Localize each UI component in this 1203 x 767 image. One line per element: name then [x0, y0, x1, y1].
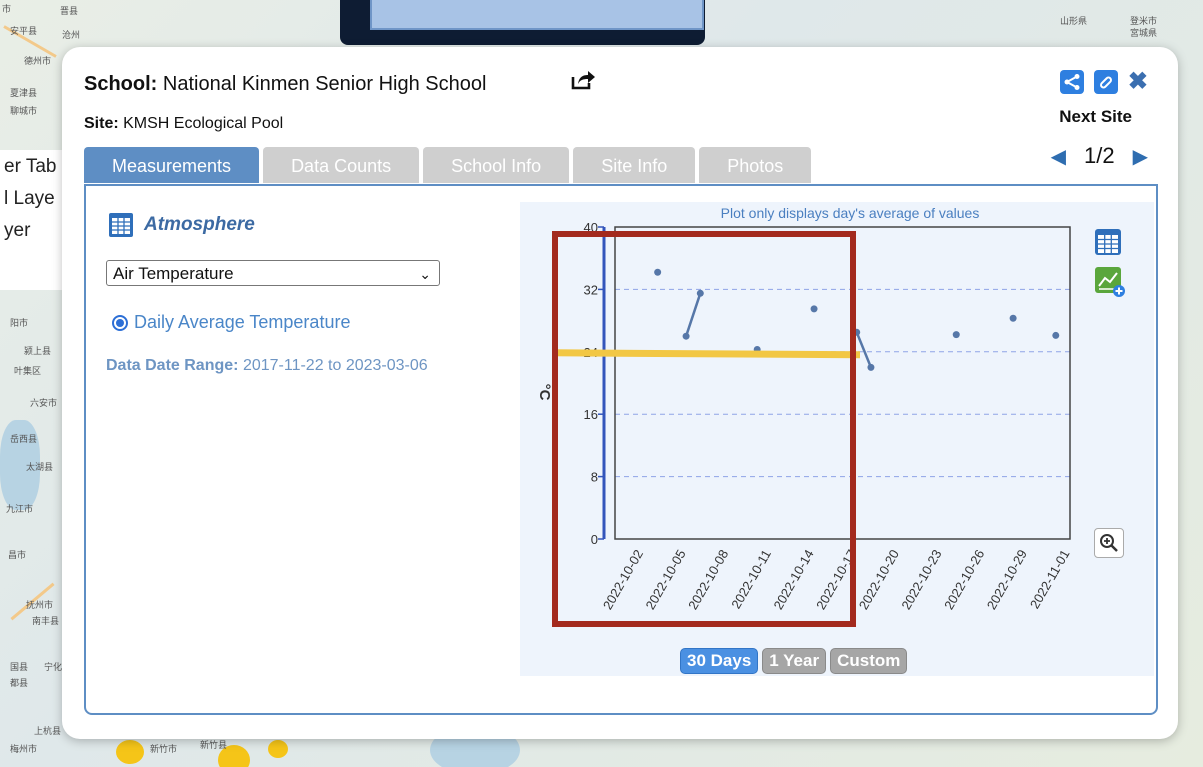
y-axis-label: °C	[536, 384, 553, 401]
table-view-icon[interactable]	[1094, 228, 1122, 256]
panel-line[interactable]: er Tab	[4, 156, 56, 178]
map-place-label: 岳西县	[10, 435, 38, 445]
map-place-label: 六安市	[30, 399, 58, 409]
map-place-label: 昌市	[8, 551, 27, 561]
map-place-label: 山形県	[1060, 17, 1088, 27]
average-option[interactable]: Daily Average Temperature	[112, 312, 350, 333]
map-place-label: 沧州	[62, 31, 81, 41]
data-point	[867, 363, 875, 371]
chart-title: Plot only displays day's average of valu…	[721, 205, 980, 221]
map-place-label: 市	[2, 5, 12, 15]
map-place-label: 叶集区	[14, 367, 42, 377]
school-label: School:	[84, 73, 158, 95]
range-1-year-button[interactable]: 1 Year	[762, 648, 827, 674]
map-thumbnail	[370, 0, 704, 30]
map-place-label: 宮城県	[1130, 29, 1158, 39]
share-icon[interactable]	[1059, 70, 1084, 94]
layer-panel: er Tab l Laye yer	[0, 150, 70, 290]
x-tick-label: 2022-10-29	[984, 547, 1030, 612]
zoom-in-icon	[1100, 534, 1118, 552]
map-place-label: 九江市	[6, 505, 34, 515]
add-chart-icon[interactable]	[1094, 266, 1126, 298]
pager-text: 1/2	[1084, 143, 1115, 168]
popup-toolbar: ✖	[1059, 70, 1148, 94]
x-tick-label: 2022-10-20	[856, 547, 902, 612]
measurement-select[interactable]: Air Temperature ⌄	[106, 260, 440, 286]
site-name: KMSH Ecological Pool	[123, 115, 284, 132]
range-30-days-button[interactable]: 30 Days	[680, 648, 759, 674]
x-tick-label: 2022-10-23	[898, 547, 944, 612]
map-place-label: 新竹县	[200, 741, 228, 751]
panel-line[interactable]: yer	[4, 220, 30, 242]
map-place-label: 德州市	[24, 57, 52, 67]
chevron-down-icon: ⌄	[419, 266, 431, 282]
data-point	[1009, 314, 1017, 322]
external-link-icon[interactable]	[570, 69, 596, 91]
highlight-box	[552, 231, 856, 627]
site-pager: ◀ 1/2 ▶	[1051, 143, 1148, 169]
map-place-label: 宁化	[44, 663, 63, 673]
map-place-label: 晋县	[60, 7, 79, 17]
map-place-label: 安平县	[10, 27, 38, 37]
map-marker[interactable]	[116, 740, 144, 764]
map-place-label: 聊城市	[10, 107, 38, 117]
map-marker[interactable]	[268, 740, 288, 758]
site-line: Site: KMSH Ecological Pool	[84, 115, 283, 133]
radio-button[interactable]	[112, 314, 128, 331]
map-place-label: 新竹市	[150, 745, 178, 755]
series-line	[855, 331, 873, 368]
popup-tabs: Measurements Data Counts School Info Sit…	[84, 147, 812, 183]
radio-label: Daily Average Temperature	[134, 312, 351, 332]
tab-photos[interactable]: Photos	[699, 147, 812, 183]
map-place-label: 南丰县	[32, 617, 60, 627]
x-tick-label: 2022-10-26	[941, 547, 987, 612]
data-date-range: Data Date Range: 2017-11-22 to 2023-03-0…	[106, 357, 428, 375]
next-site-label: Next Site	[1059, 107, 1132, 126]
map-thumbnail-frame	[340, 0, 705, 45]
tab-school-info[interactable]: School Info	[423, 147, 570, 183]
map-place-label: 国县	[10, 663, 29, 673]
close-icon[interactable]: ✖	[1128, 70, 1148, 94]
link-icon[interactable]	[1093, 70, 1118, 94]
map-place-label: 太湖县	[26, 463, 54, 473]
tab-data-counts[interactable]: Data Counts	[263, 147, 420, 183]
table-icon	[109, 213, 133, 237]
panel-line[interactable]: l Laye	[4, 188, 55, 210]
data-point	[1052, 331, 1060, 339]
school-name: National Kinmen Senior High School	[162, 73, 487, 95]
chart-tools	[1094, 228, 1126, 298]
map-place-label: 夏津县	[10, 89, 38, 99]
category-title: Atmosphere	[144, 214, 255, 235]
tab-site-info[interactable]: Site Info	[573, 147, 696, 183]
measurement-select-value: Air Temperature	[113, 264, 234, 283]
category-header: Atmosphere	[108, 212, 255, 238]
range-label: Data Date Range:	[106, 357, 239, 374]
map-place-label: 阳市	[10, 319, 29, 329]
prev-site-icon[interactable]: ◀	[1051, 144, 1066, 169]
data-point	[952, 331, 960, 339]
school-title: School: National Kinmen Senior High Scho…	[84, 73, 486, 96]
map-place-label: 梅州市	[10, 745, 38, 755]
zoom-in-button[interactable]	[1094, 528, 1124, 558]
site-label: Site:	[84, 115, 119, 132]
time-range-buttons: 30 Days 1 Year Custom	[680, 648, 908, 674]
map-place-label: 都县	[10, 679, 29, 689]
map-place-label: 上杭县	[34, 727, 62, 737]
tab-measurements[interactable]: Measurements	[84, 147, 260, 183]
x-tick-label: 2022-11-01	[1027, 547, 1073, 611]
map-place-label: 抚州市	[26, 601, 54, 611]
range-value: 2017-11-22 to 2023-03-06	[242, 357, 428, 374]
next-site-icon[interactable]: ▶	[1133, 144, 1148, 169]
range-custom-button[interactable]: Custom	[830, 648, 908, 674]
map-place-label: 颍上县	[24, 347, 52, 357]
